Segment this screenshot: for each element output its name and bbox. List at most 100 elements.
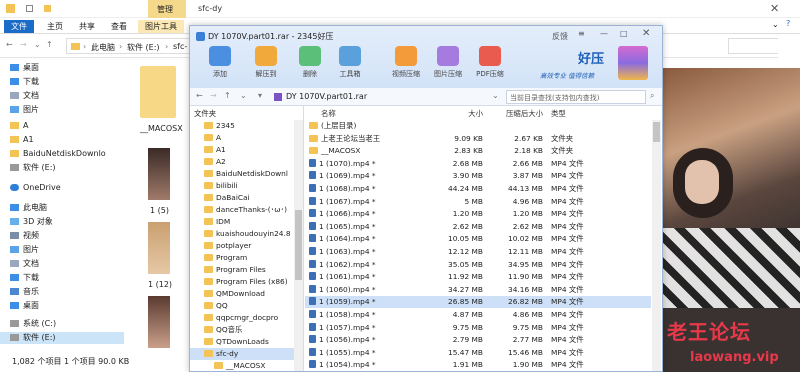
table-row[interactable]: (上层目录) [305,120,651,132]
table-row[interactable]: 1 (1059).mp4 * 26.85 MB 26.82 MB MP4 文件 [305,296,651,309]
back-arrow-icon[interactable]: ← [6,40,13,49]
path-chevron-icon[interactable]: ⌄ [492,91,499,100]
checkbox-icon[interactable] [26,5,33,12]
breadcrumb-drive[interactable]: 软件 (E:) [127,42,160,53]
video-thumbnail[interactable] [148,148,170,200]
table-row[interactable]: 1 (1062).mp4 * 35.05 MB 34.95 MB MP4 文件 [305,259,651,271]
close-icon[interactable]: ✕ [770,2,779,15]
table-row[interactable]: 1 (1067).mp4 * 5 MB 4.96 MB MP4 文件 [305,196,651,208]
nav-item-documents[interactable]: 文档 [10,90,39,102]
column-compressed[interactable]: 压缩后大小 [491,108,543,120]
tree-item[interactable]: Program Files (x86) [190,276,294,288]
table-row[interactable]: 1 (1061).mp4 * 11.92 MB 11.90 MB MP4 文件 [305,271,651,283]
table-row[interactable]: 上老王论坛当老王 9.09 KB 2.67 KB 文件夹 [305,133,651,145]
nav-item-downloads2[interactable]: 下载 [10,272,39,284]
table-row[interactable]: 1 (1054).mp4 * 1.91 MB 1.90 MB MP4 文件 [305,359,651,371]
table-row[interactable]: 1 (1057).mp4 * 9.75 MB 9.75 MB MP4 文件 [305,322,651,334]
path-text[interactable]: DY 1070V.part01.rar [286,92,367,101]
nav-item-a[interactable]: A [10,120,28,132]
table-row[interactable]: 1 (1068).mp4 * 44.24 MB 44.13 MB MP4 文件 [305,183,651,195]
nav-item-desktop[interactable]: 桌面 [10,62,39,74]
table-row[interactable]: 1 (1066).mp4 * 1.20 MB 1.20 MB MP4 文件 [305,208,651,220]
feedback-link[interactable]: 反馈 [552,31,568,42]
tree-item[interactable]: A1 [190,144,294,156]
tree-item[interactable]: __MACOSX [190,360,294,371]
manage-label[interactable]: 管理 [157,4,173,15]
back-arrow-icon[interactable]: ← [196,91,203,100]
help-icon[interactable]: ? [786,19,790,28]
menu-icon[interactable]: ≡ [578,29,585,38]
table-row[interactable]: 1 (1064).mp4 * 10.05 MB 10.02 MB MP4 文件 [305,233,651,245]
nav-item-this-pc[interactable]: 此电脑 [10,202,47,214]
nav-item-pictures2[interactable]: 图片 [10,244,39,256]
table-row[interactable]: 1 (1060).mp4 * 34.27 MB 34.16 MB MP4 文件 [305,284,651,296]
pdf-compress-button[interactable]: PDF压缩 [470,46,510,79]
tree-item[interactable]: A [190,132,294,144]
nav-item-desktop2[interactable]: 桌面 [10,300,39,312]
tab-view[interactable]: 查看 [104,20,134,33]
column-type[interactable]: 类型 [551,108,611,120]
nav-item-3d[interactable]: 3D 对象 [10,216,53,228]
list-scrollbar[interactable] [652,120,661,371]
table-row[interactable]: 1 (1056).mp4 * 2.79 MB 2.77 MB MP4 文件 [305,334,651,346]
table-row[interactable]: 1 (1069).mp4 * 3.90 MB 3.87 MB MP4 文件 [305,170,651,182]
quick-folder-icon[interactable] [44,5,51,12]
tree-item[interactable]: danceThanks-(･ω･) [190,204,294,216]
search-icon[interactable]: ⌕ [650,91,654,101]
table-row[interactable]: 1 (1065).mp4 * 2.62 MB 2.62 MB MP4 文件 [305,221,651,233]
tree-item[interactable]: BaiduNetdiskDownl [190,168,294,180]
breadcrumb-this-pc[interactable]: 此电脑 [91,42,115,53]
image-compress-button[interactable]: 图片压缩 [428,46,468,79]
nav-item-baidu[interactable]: BaiduNetdiskDownlo [10,148,106,160]
tree-item-selected[interactable]: sfc-dy [190,348,294,360]
folder-thumbnail[interactable] [140,66,176,118]
table-row[interactable]: 1 (1055).mp4 * 15.47 MB 15.46 MB MP4 文件 [305,347,651,359]
nav-item-drive-c[interactable]: 系统 (C:) [10,318,56,330]
table-row[interactable]: 1 (1058).mp4 * 4.87 MB 4.86 MB MP4 文件 [305,309,651,321]
add-button[interactable]: 添加 [200,46,240,79]
nav-item-documents2[interactable]: 文档 [10,258,39,270]
tree-item[interactable]: QTDownLoads [190,336,294,348]
nav-item-videos[interactable]: 视频 [10,230,39,242]
tab-file[interactable]: 文件 [4,20,34,33]
tree-item[interactable]: QQ音乐 [190,324,294,336]
scrollbar-thumb[interactable] [653,122,660,142]
toolbox-button[interactable]: 工具箱 [330,46,370,79]
tree-item[interactable]: bilibili [190,180,294,192]
forward-arrow-icon[interactable]: → [20,40,27,49]
tree-item[interactable]: 2345 [190,120,294,132]
nav-item-pictures[interactable]: 图片 [10,104,39,116]
forward-arrow-icon[interactable]: → [210,91,217,100]
tree-item[interactable]: IDM [190,216,294,228]
archive-search-input[interactable]: 当前目录查找(支持包内查找) [506,90,646,104]
video-thumbnail[interactable] [148,296,170,348]
up-arrow-icon[interactable]: ↑ [46,40,53,49]
scrollbar-thumb[interactable] [295,210,302,280]
tree-item[interactable]: qqpcmgr_docpro [190,312,294,324]
tree-scrollbar[interactable] [294,120,303,371]
breadcrumb[interactable]: › 此电脑 › 软件 (E:) › sfc- [66,38,190,54]
tree-item[interactable]: QMDownload [190,288,294,300]
video-compress-button[interactable]: 视频压缩 [386,46,426,79]
video-thumbnail[interactable] [148,222,170,274]
nav-item-music[interactable]: 音乐 [10,286,39,298]
column-size[interactable]: 大小 [435,108,483,120]
history-chevron-icon[interactable]: ⌄ [240,91,247,100]
minimize-icon[interactable]: — [600,29,608,38]
recent-chevron-icon[interactable]: ⌄ [34,40,41,49]
tree-item[interactable]: kuaishoudouyin24.8 [190,228,294,240]
recent-icon[interactable]: ▾ [258,91,262,100]
tree-item[interactable]: A2 [190,156,294,168]
chevron-down-icon[interactable]: ⌄ [772,20,779,29]
tree-item[interactable]: DaBaiCai [190,192,294,204]
extract-button[interactable]: 解压到 [246,46,286,79]
close-icon[interactable]: ✕ [642,28,650,39]
tree-item[interactable]: Program Files [190,264,294,276]
tree-item[interactable]: QQ [190,300,294,312]
tab-share[interactable]: 共享 [72,20,102,33]
nav-item-drive-e[interactable]: 软件 (E:) [10,162,56,174]
breadcrumb-folder[interactable]: sfc- [173,42,187,51]
tree-item[interactable]: potplayer [190,240,294,252]
up-arrow-icon[interactable]: ↑ [224,91,231,100]
nav-item-a1[interactable]: A1 [10,134,34,146]
